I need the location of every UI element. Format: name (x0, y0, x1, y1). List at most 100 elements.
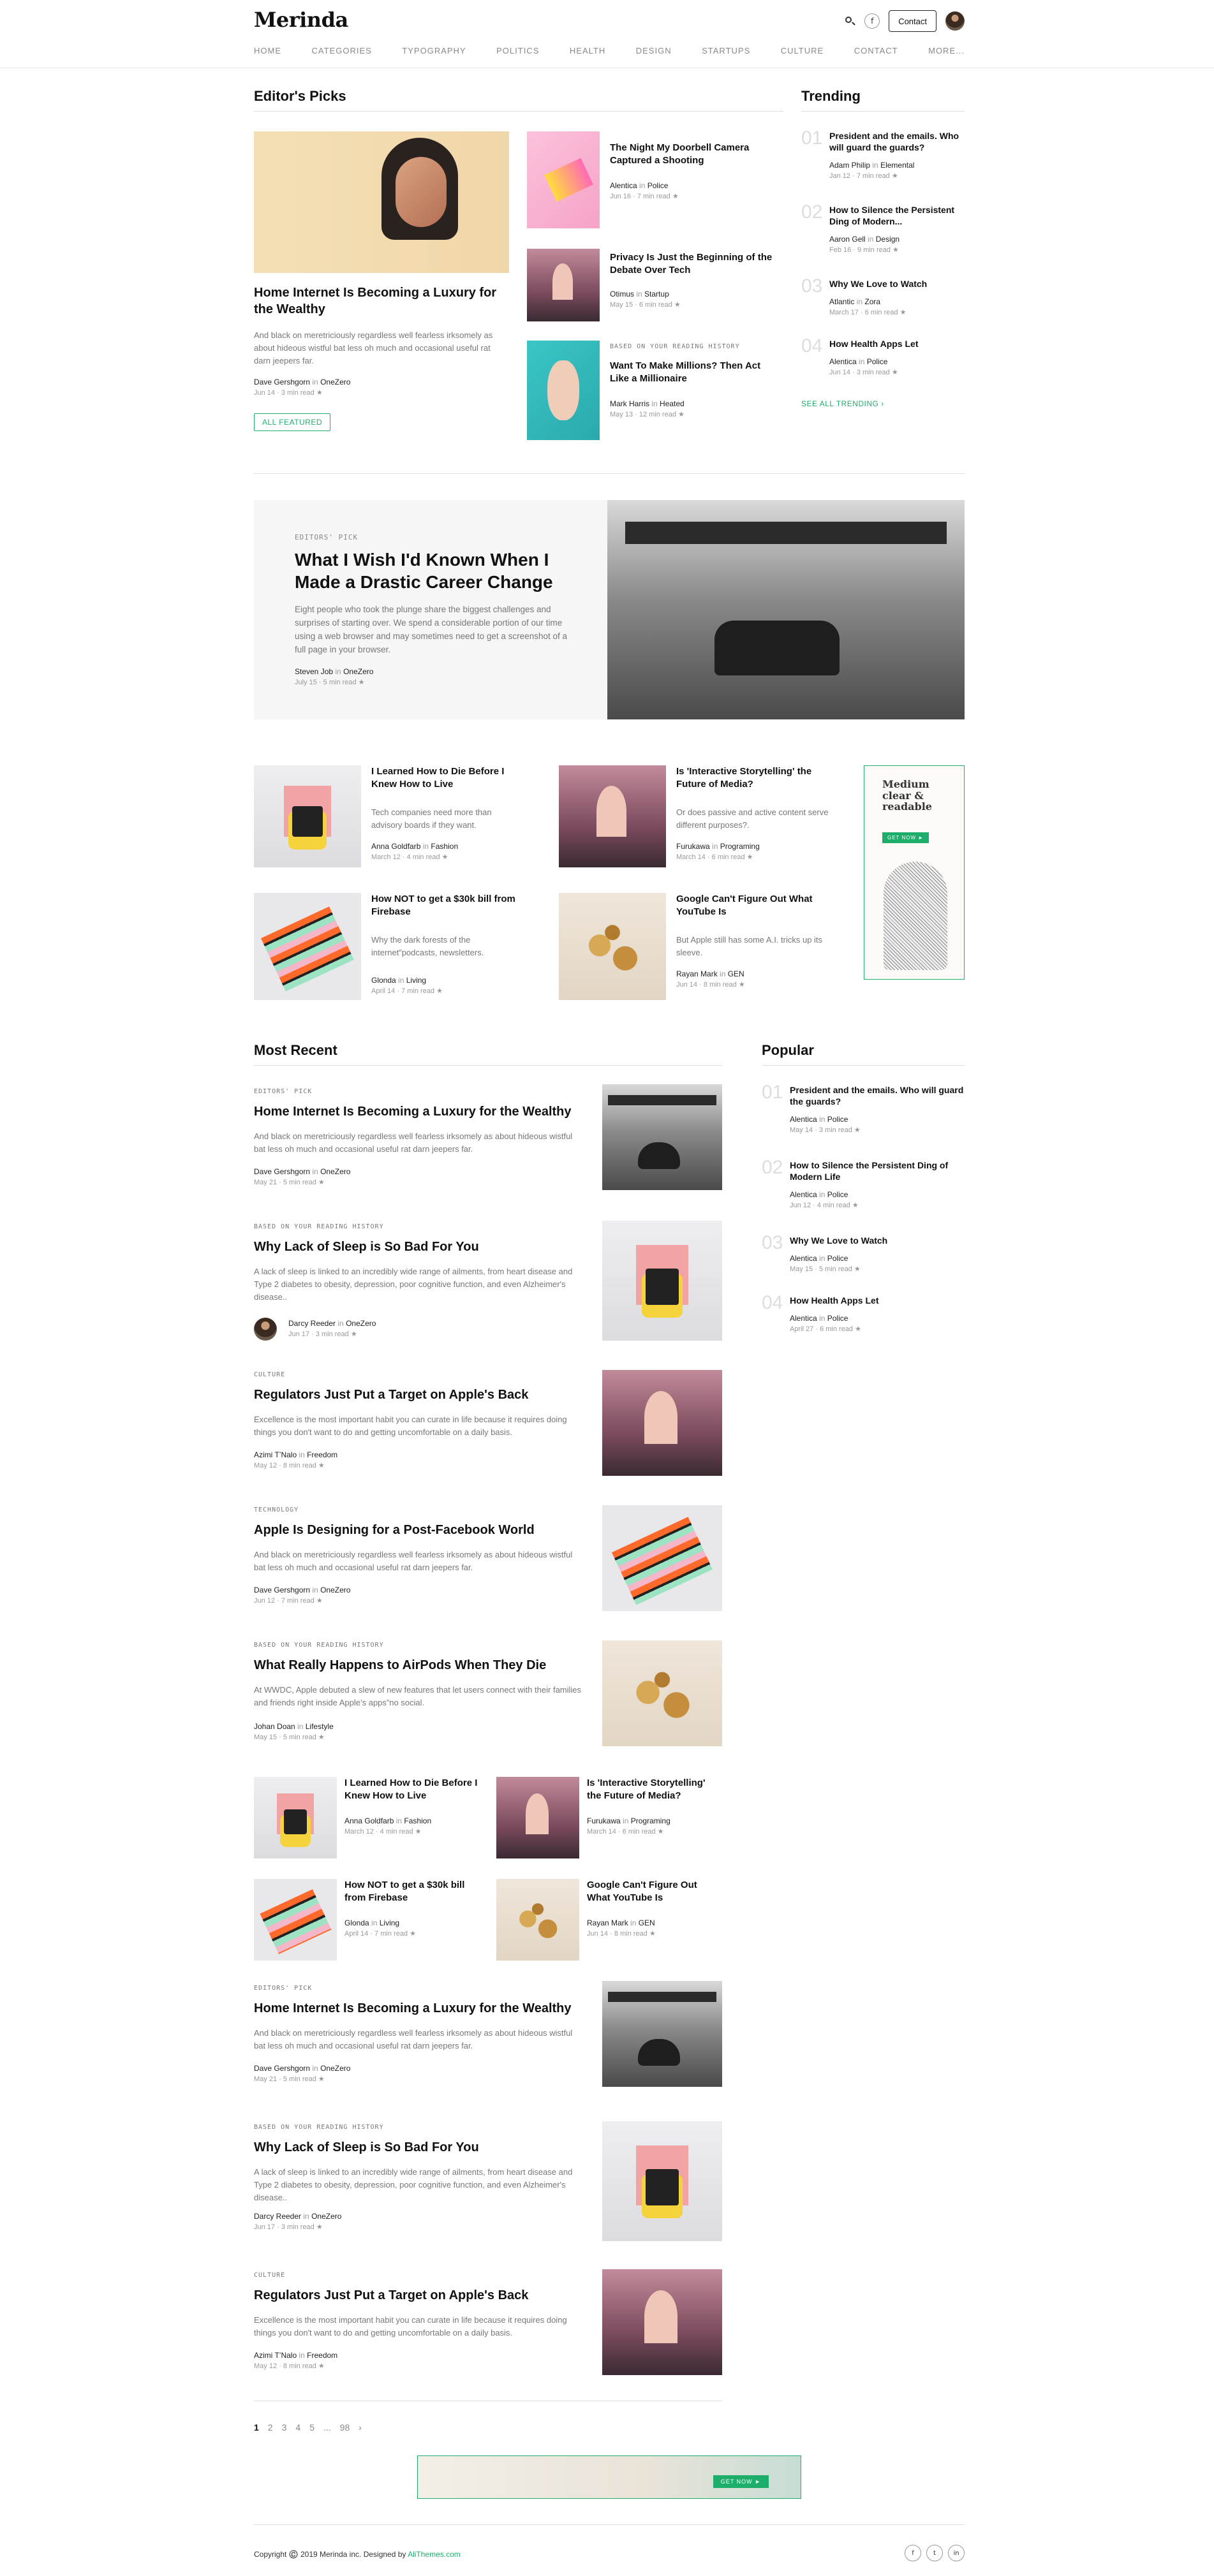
article-image[interactable] (496, 1879, 579, 1961)
author-avatar[interactable] (254, 1318, 277, 1341)
page-1[interactable]: 1 (254, 2422, 259, 2432)
article-title[interactable]: Is 'Interactive Storytelling' the Future… (587, 1777, 721, 1802)
article-image[interactable] (254, 893, 361, 1000)
nav-startups[interactable]: STARTUPS (702, 46, 750, 55)
article-image[interactable] (559, 893, 666, 1000)
article-title[interactable]: I Learned How to Die Before I Knew How t… (344, 1777, 478, 1802)
trending-title-text[interactable]: How to Silence the Persistent Ding of Mo… (829, 204, 965, 227)
article-image[interactable] (602, 1505, 722, 1611)
popular-title-text[interactable]: How to Silence the Persistent Ding of Mo… (790, 1159, 965, 1182)
avatar[interactable] (945, 11, 965, 31)
nav-categories[interactable]: CATEGORIES (312, 46, 372, 55)
nav-politics[interactable]: POLITICS (496, 46, 539, 55)
nav-typography[interactable]: TYPOGRAPHY (402, 46, 466, 55)
article-image[interactable] (527, 131, 600, 228)
designer-link[interactable]: AliThemes.com (408, 2550, 461, 2559)
trending-item[interactable]: 01 President and the emails. Who will gu… (801, 128, 965, 180)
facebook-icon[interactable]: f (905, 2545, 921, 2561)
article-meta: Furukawa in Programing March 14 · 6 min … (676, 842, 760, 861)
article-title[interactable]: How NOT to get a $30k bill from Firebase (344, 1879, 478, 1904)
article-title[interactable]: Home Internet Is Becoming a Luxury for t… (254, 1103, 586, 1120)
article-title[interactable]: Google Can't Figure Out What YouTube Is (676, 893, 829, 918)
article-title[interactable]: Google Can't Figure Out What YouTube Is (587, 1879, 721, 1904)
article-title[interactable]: Privacy Is Just the Beginning of the Deb… (610, 251, 782, 276)
page-3[interactable]: 3 (282, 2422, 287, 2432)
next-page-icon[interactable]: › (359, 2422, 362, 2432)
trending-item[interactable]: 04 How Health Apps Let Alentica in Polic… (801, 335, 965, 376)
bottom-ad-banner[interactable]: GET NOW ► (417, 2455, 801, 2499)
popular-title-text[interactable]: Why We Love to Watch (790, 1235, 965, 1246)
trending-title-text[interactable]: How Health Apps Let (829, 338, 965, 350)
article-image[interactable] (254, 1879, 337, 1961)
trending-number: 01 (801, 128, 823, 149)
main-nav: HOME CATEGORIES TYPOGRAPHY POLITICS HEAL… (254, 46, 965, 55)
article-excerpt: And black on meretriciously regardless w… (254, 2028, 573, 2051)
popular-item[interactable]: 03 Why We Love to Watch Alentica in Poli… (762, 1232, 965, 1273)
article-image[interactable] (527, 249, 600, 321)
ad-get-now-button[interactable]: GET NOW ► (713, 2475, 769, 2488)
article-title[interactable]: Why Lack of Sleep is So Bad For You (254, 2139, 586, 2156)
article-excerpt: At WWDC, Apple debuted a slew of new fea… (254, 1685, 582, 1708)
author-name[interactable]: Dave Gershgorn (254, 378, 310, 386)
article-title[interactable]: What Really Happens to AirPods When They… (254, 1657, 586, 1674)
article-title[interactable]: Home Internet Is Becoming a Luxury for t… (254, 2000, 586, 2017)
sidebar-ad[interactable]: Medium clear & readable GET NOW ► (864, 765, 965, 980)
page-5[interactable]: 5 (309, 2422, 315, 2432)
page-98[interactable]: 98 (340, 2422, 350, 2432)
article-title[interactable]: Is 'Interactive Storytelling' the Future… (676, 765, 829, 790)
article-image[interactable] (602, 1221, 722, 1341)
nav-contact[interactable]: CONTACT (854, 46, 898, 55)
feature-image[interactable] (607, 500, 965, 719)
trending-item[interactable]: 02 How to Silence the Persistent Ding of… (801, 202, 965, 254)
article-image[interactable] (254, 765, 361, 867)
popular-item[interactable]: 01 President and the emails. Who will gu… (762, 1082, 965, 1134)
article-meta: Dave Gershgorn in OneZero Jun 12 · 7 min… (254, 1586, 351, 1605)
article-image[interactable] (527, 341, 600, 440)
article-title[interactable]: Why Lack of Sleep is So Bad For You (254, 1239, 586, 1255)
popular-title-text[interactable]: How Health Apps Let (790, 1295, 965, 1306)
article-image[interactable] (602, 1084, 722, 1190)
page-2[interactable]: 2 (268, 2422, 273, 2432)
page-4[interactable]: 4 (295, 2422, 300, 2432)
trending-title-text[interactable]: Why We Love to Watch (829, 278, 965, 290)
article-meta: Dave Gershgorn in OneZero Jun 14 · 3 min… (254, 378, 351, 397)
twitter-icon[interactable]: t (926, 2545, 943, 2561)
article-title[interactable]: Want To Make Millions? Then Act Like a M… (610, 360, 782, 385)
see-all-trending-link[interactable]: SEE ALL TRENDING › (801, 399, 884, 408)
article-title[interactable]: How NOT to get a $30k bill from Firebase (371, 893, 524, 918)
linkedin-icon[interactable]: in (948, 2545, 965, 2561)
article-title[interactable]: Regulators Just Put a Target on Apple's … (254, 2287, 586, 2304)
article-image[interactable] (496, 1777, 579, 1858)
popular-title-text[interactable]: President and the emails. Who will guard… (790, 1084, 965, 1107)
trending-item[interactable]: 03 Why We Love to Watch Atlantic in Zora… (801, 276, 965, 316)
article-image[interactable] (254, 131, 509, 273)
nav-culture[interactable]: CULTURE (781, 46, 824, 55)
popular-item[interactable]: 02 How to Silence the Persistent Ding of… (762, 1157, 965, 1209)
article-image[interactable] (602, 2269, 722, 2375)
search-icon[interactable] (844, 15, 856, 27)
trending-title-text[interactable]: President and the emails. Who will guard… (829, 130, 965, 153)
article-title[interactable]: Apple Is Designing for a Post-Facebook W… (254, 1522, 586, 1538)
article-title[interactable]: I Learned How to Die Before I Knew How t… (371, 765, 524, 790)
nav-health[interactable]: HEALTH (570, 46, 605, 55)
category-link[interactable]: OneZero (320, 378, 350, 386)
nav-design[interactable]: DESIGN (636, 46, 672, 55)
article-title[interactable]: Regulators Just Put a Target on Apple's … (254, 1387, 586, 1403)
contact-button[interactable]: Contact (889, 10, 936, 32)
article-image[interactable] (254, 1777, 337, 1858)
ad-get-now-button[interactable]: GET NOW ► (882, 832, 929, 843)
feature-title[interactable]: What I Wish I'd Known When I Made a Dras… (295, 548, 569, 593)
nav-more[interactable]: MORE... (928, 46, 965, 55)
nav-home[interactable]: HOME (254, 46, 281, 55)
facebook-icon[interactable]: f (864, 13, 880, 29)
article-image[interactable] (602, 1981, 722, 2087)
article-image[interactable] (559, 765, 666, 867)
popular-item[interactable]: 04 How Health Apps Let Alentica in Polic… (762, 1292, 965, 1333)
site-logo[interactable]: Merinda (254, 8, 348, 32)
article-image[interactable] (602, 1640, 722, 1746)
all-featured-button[interactable]: ALL FEATURED (254, 413, 331, 431)
article-title[interactable]: Home Internet Is Becoming a Luxury for t… (254, 284, 509, 318)
article-image[interactable] (602, 2121, 722, 2241)
article-image[interactable] (602, 1370, 722, 1476)
article-title[interactable]: The Night My Doorbell Camera Captured a … (610, 142, 782, 166)
